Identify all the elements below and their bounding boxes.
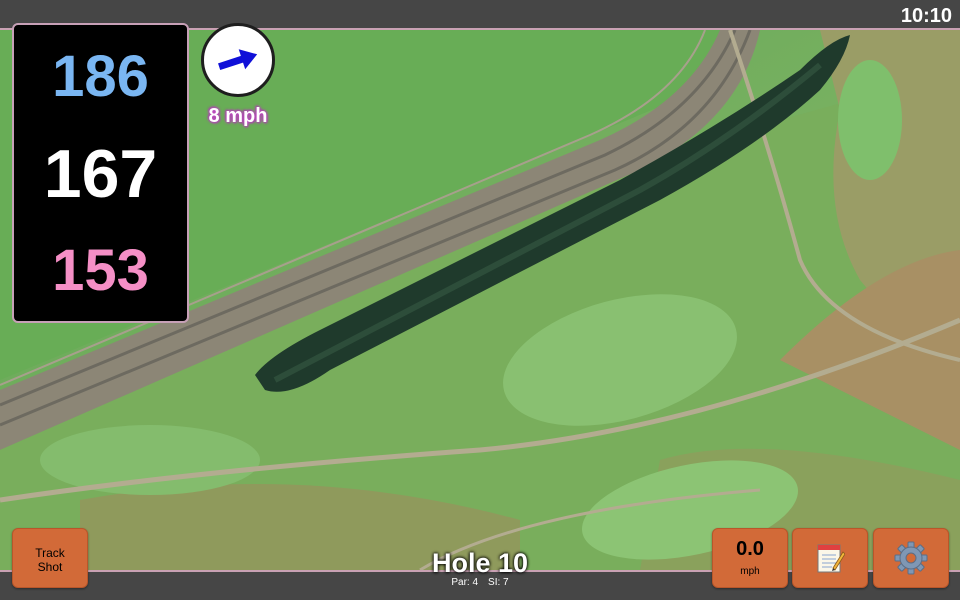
track-shot-button[interactable]: Track Shot xyxy=(12,528,88,588)
settings-button[interactable] xyxy=(873,528,949,588)
middle-distance: 167 xyxy=(43,136,158,212)
speed-value: 0.0 xyxy=(736,538,764,560)
hole-par: Par: 4 xyxy=(451,577,479,588)
hole-title: Hole 10 xyxy=(431,548,529,578)
gear-icon xyxy=(894,541,928,575)
track-shot-label-line2: Shot xyxy=(37,560,63,574)
notes-button[interactable] xyxy=(792,528,868,588)
wind-direction-dial xyxy=(201,23,275,97)
notepad-icon xyxy=(817,544,845,573)
hole-meta: Par: 4 SI: 7 xyxy=(380,577,580,588)
distance-panel: 186 167 153 xyxy=(12,23,189,323)
speed-unit: mph xyxy=(740,566,760,577)
hole-si: SI: 7 xyxy=(488,577,509,588)
track-shot-label-line1: Track xyxy=(35,546,65,560)
arrow-up-right-icon xyxy=(218,49,258,70)
wind-speed: 8 mph xyxy=(208,105,268,127)
back-distance: 186 xyxy=(52,44,149,109)
speed-button[interactable]: 0.0 mph xyxy=(712,528,788,588)
clock: 10:10 xyxy=(900,5,952,27)
front-distance: 153 xyxy=(52,238,149,303)
